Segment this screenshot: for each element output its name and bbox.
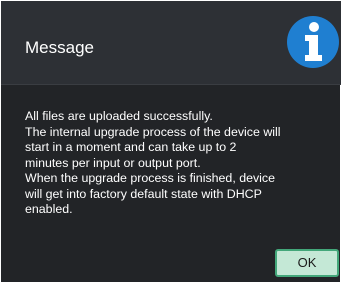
dialog-title: Message: [25, 38, 94, 57]
message-line: will get into factory default state with…: [25, 186, 262, 201]
message-line: start in a moment and can take up to 2: [25, 140, 237, 154]
message-line: When the upgrade process is finished, de…: [25, 171, 276, 185]
message-line: The internal upgrade process of the devi…: [25, 124, 281, 139]
message-line: All files are uploaded successfully.: [25, 109, 213, 123]
dialog-header: Message: [1, 1, 341, 85]
message-line: minutes per input or output port.: [25, 155, 201, 170]
dialog-message: All files are uploaded successfully. The…: [25, 109, 341, 218]
message-line: enabled.: [25, 202, 73, 216]
ok-button[interactable]: OK: [275, 249, 339, 277]
message-dialog: Message All files are uploaded successfu…: [0, 0, 341, 283]
info-icon: [287, 16, 339, 68]
